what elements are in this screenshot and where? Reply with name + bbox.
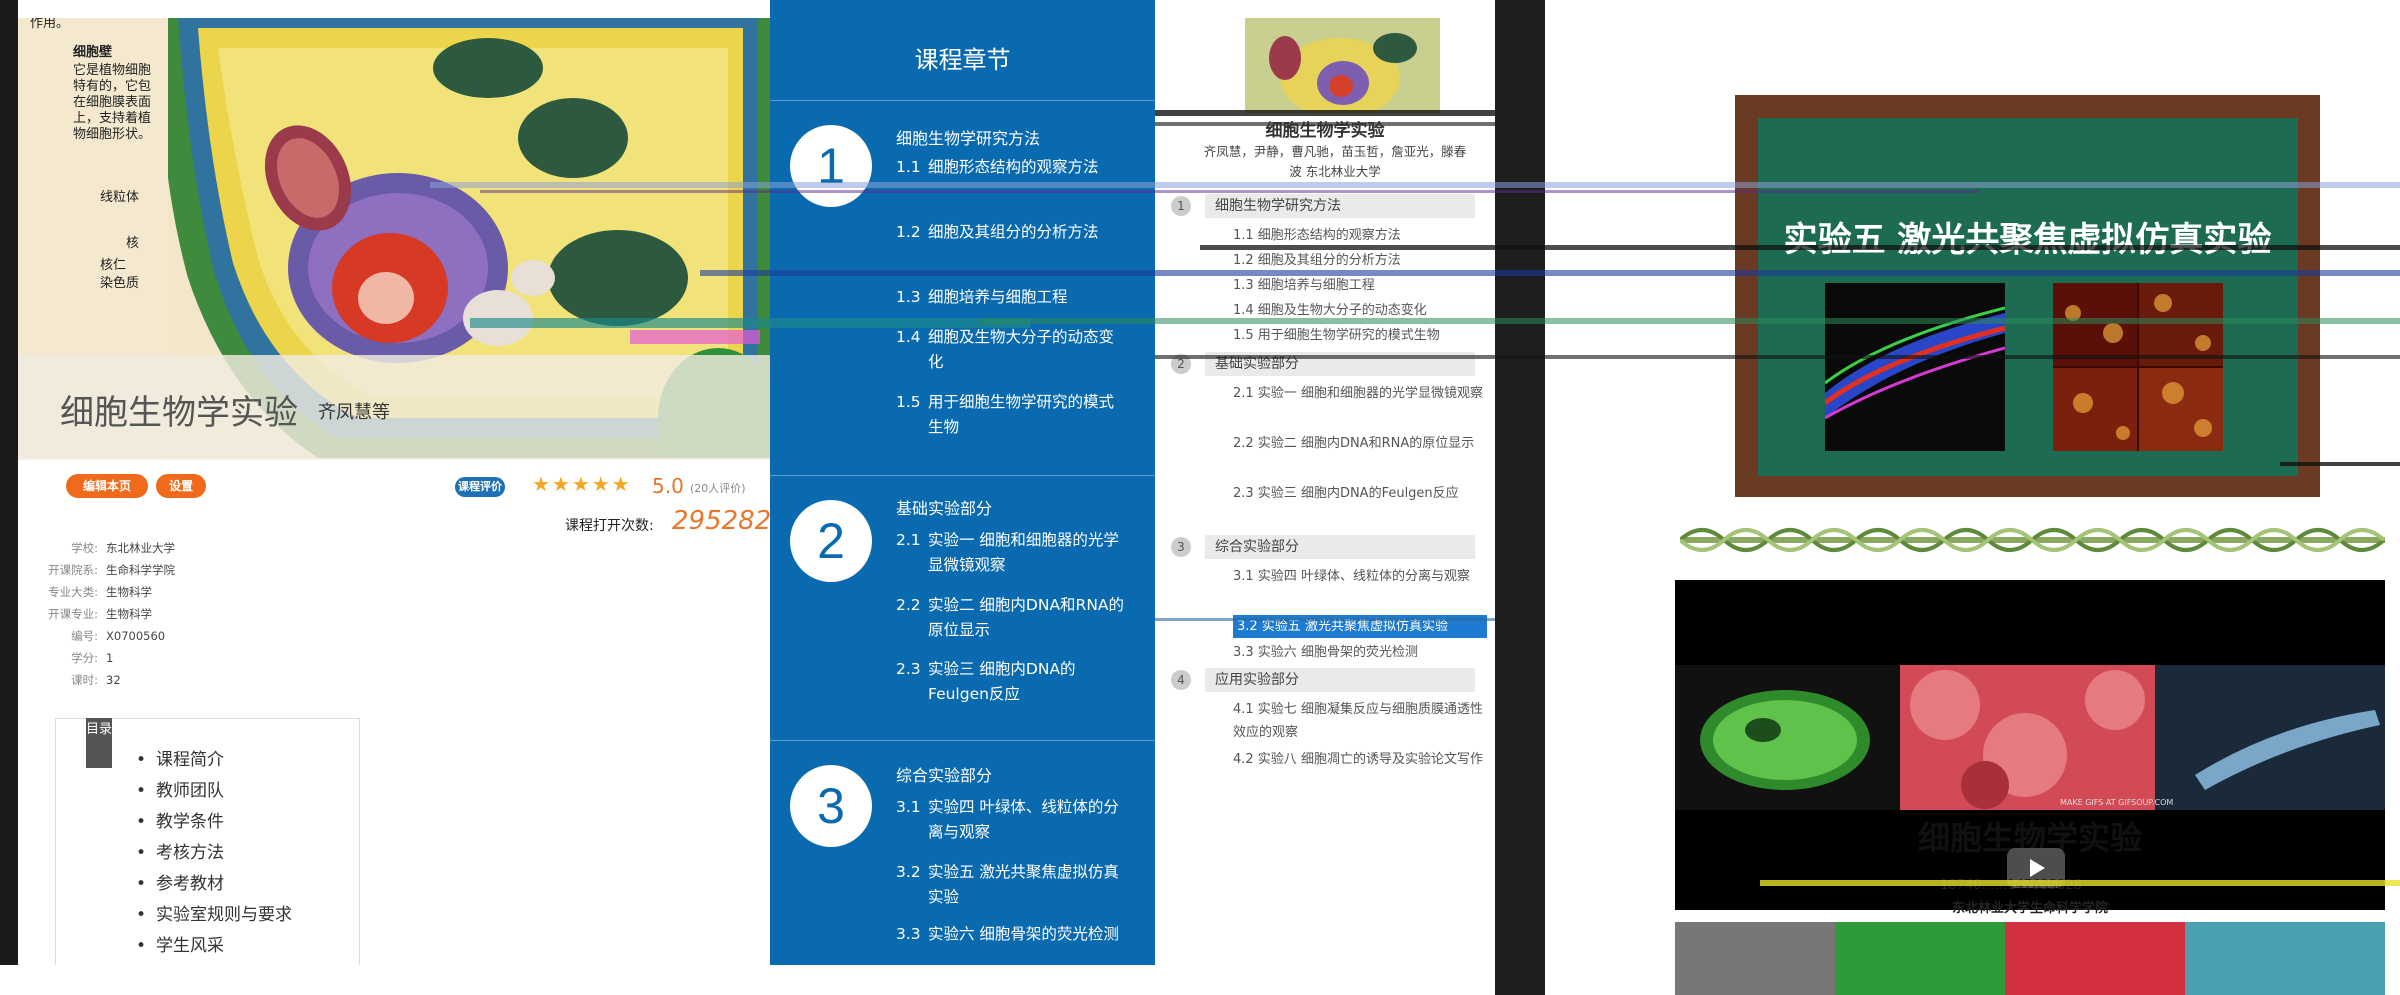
- course-info-panel: 作用。 细胞壁 它是植物细胞特有的，它包在细胞膜表面上，支持着植物细胞形状。 线…: [0, 0, 770, 995]
- info-row: 课时: 32: [71, 673, 121, 687]
- chapter-item[interactable]: 2.2 实验二 细胞内DNA和RNA的原位显示: [896, 593, 1141, 643]
- book-title: 细胞生物学实验: [1265, 121, 1385, 141]
- toc-section[interactable]: 4 应用实验部分: [1171, 668, 1475, 692]
- video-phone: 18740……147635828: [1940, 878, 2082, 893]
- toc-item[interactable]: 1.5 用于细胞生物学研究的模式生物: [1233, 324, 1483, 347]
- toc-section[interactable]: 2 基础实验部分: [1171, 352, 1475, 376]
- chapter-item[interactable]: 1.4 细胞及生物大分子的动态变化: [896, 325, 1141, 375]
- chapter-item[interactable]: 1.5 用于细胞生物学研究的模式生物: [896, 390, 1141, 440]
- toc-item[interactable]: 1.4 细胞及生物大分子的动态变化: [1233, 299, 1483, 322]
- chapter-item[interactable]: 2.3 实验三 细胞内DNA的Feulgen反应: [896, 657, 1141, 707]
- section-title[interactable]: 综合实验部分: [896, 762, 992, 786]
- toc-item[interactable]: 2.3 实验三 细胞内DNA的Feulgen反应: [1233, 482, 1483, 505]
- chapter-item[interactable]: 3.3 实验六 细胞骨架的荧光检测: [896, 922, 1141, 947]
- rating-stars: ★★★★★: [532, 472, 632, 496]
- course-author: 齐凤慧等: [318, 402, 390, 423]
- chapter-item[interactable]: 3.1 实验四 叶绿体、线粒体的分离与观察: [896, 795, 1141, 845]
- info-row: 学校: 东北林业大学: [71, 541, 175, 555]
- confocal-image-grid: [2053, 283, 2223, 451]
- open-count-label: 课程打开次数:: [565, 518, 654, 534]
- video-bottom-strip: [1675, 922, 2385, 995]
- toc-link[interactable]: 考核方法: [136, 838, 224, 863]
- cell-label: 核: [126, 236, 140, 251]
- rating-count: (20人评价): [690, 482, 746, 495]
- info-row: 专业大类: 生物科学: [48, 585, 152, 599]
- confocal-image-1: [1825, 283, 2005, 451]
- section-number-badge: 3: [790, 765, 872, 847]
- video-school: 东北林业大学生命科学学院: [1951, 901, 2108, 916]
- chapter-panel: 课程章节 1 细胞生物学研究方法 1.1 细胞形态结构的观察方法 1.2 细胞及其组…: [770, 0, 1155, 965]
- book-authors: 齐凤慧，尹静，曹凡驰，苗玉哲，詹亚光，滕春波 东北林业大学: [1203, 144, 1467, 179]
- chapter-item[interactable]: 1.2 细胞及其组分的分析方法: [896, 220, 1141, 245]
- chapter-item[interactable]: 2.1 实验一 细胞和细胞器的光学显微镜观察: [896, 528, 1141, 578]
- toc-link[interactable]: 教师团队: [136, 776, 224, 801]
- info-row: 学分: 1: [71, 651, 114, 665]
- toc-item[interactable]: 2.1 实验一 细胞和细胞器的光学显微镜观察: [1233, 382, 1483, 405]
- cell-label: 细胞壁: [73, 45, 113, 60]
- toc-item[interactable]: 1.1 细胞形态结构的观察方法: [1233, 224, 1483, 247]
- edit-page-button[interactable]: 编辑本页: [66, 474, 148, 498]
- toc-link[interactable]: 参考教材: [136, 869, 224, 894]
- toc-link[interactable]: 实验室规则与要求: [136, 900, 292, 925]
- toc-link[interactable]: 课程简介: [136, 745, 224, 770]
- chapter-item[interactable]: 1.3 细胞培养与细胞工程: [896, 285, 1141, 310]
- divider: [770, 100, 1155, 101]
- info-row: 编号: X0700560: [71, 629, 166, 643]
- toc-link[interactable]: 教学条件: [136, 807, 224, 832]
- section-title[interactable]: 基础实验部分: [896, 495, 992, 519]
- toc-section[interactable]: 3 综合实验部分: [1171, 535, 1475, 559]
- open-count: 295282: [672, 506, 770, 536]
- chapter-item[interactable]: 1.1 细胞形态结构的观察方法: [896, 155, 1141, 180]
- video-thumbnails: MAKE GIFS AT GIFSOUP.COM: [1675, 665, 2385, 810]
- gif-caption: MAKE GIFS AT GIFSOUP.COM: [2060, 798, 2173, 807]
- chapter-header: 课程章节: [914, 46, 1011, 74]
- rating-value: 5.0: [652, 474, 684, 498]
- cell-label: 作用。: [30, 18, 70, 31]
- toc-item[interactable]: 4.1 实验七 细胞凝集反应与细胞质膜通透性效应的观察: [1233, 698, 1483, 744]
- cell-label: 核仁: [100, 258, 127, 273]
- course-rating-button[interactable]: 课程评价: [455, 477, 505, 497]
- settings-button[interactable]: 设置: [156, 474, 206, 498]
- cell-label: 染色质: [100, 276, 140, 291]
- toc-link[interactable]: 学生风采: [136, 931, 224, 956]
- toc-item[interactable]: 2.2 实验二 细胞内DNA和RNA的原位显示: [1233, 432, 1483, 455]
- section-number-badge: 1: [790, 125, 872, 207]
- decorative-divider: [1680, 528, 2385, 552]
- info-row: 开课院系: 生命科学学院: [48, 563, 175, 577]
- book-cover-image: [1245, 18, 1440, 113]
- toc-item[interactable]: 1.2 细胞及其组分的分析方法: [1233, 249, 1483, 272]
- course-title: 细胞生物学实验: [60, 393, 298, 433]
- toc-item[interactable]: 4.2 实验八 细胞凋亡的诱导及实验论文写作: [1233, 748, 1483, 771]
- cell-label: 线粒体: [100, 190, 140, 205]
- chapter-item[interactable]: 3.2 实验五 激光共聚焦虚拟仿真实验: [896, 860, 1141, 910]
- toc-item[interactable]: 3.3 实验六 细胞骨架的荧光检测: [1233, 641, 1483, 664]
- divider: [770, 475, 1155, 476]
- cell-label: 它是植物细胞特有的，它包在细胞膜表面上，支持着植物细胞形状。: [73, 63, 152, 142]
- left-edge-bar: [0, 0, 18, 965]
- info-row: 开课专业: 生物科学: [48, 607, 152, 621]
- toc-item[interactable]: 3.1 实验四 叶绿体、线粒体的分离与观察: [1233, 565, 1483, 588]
- toc-section[interactable]: 1 细胞生物学研究方法: [1171, 194, 1475, 218]
- section-title[interactable]: 细胞生物学研究方法: [896, 125, 1040, 149]
- video-player[interactable]: MAKE GIFS AT GIFSOUP.COM 细胞生物学实验 18740………: [1675, 580, 2385, 995]
- lesson-content-panel: 实验五 激光共聚焦虚拟仿真实验 MAKE GIFS AT GIFSOUP.COM…: [1545, 0, 2400, 995]
- viewer-dark-gutter: [1495, 0, 1545, 995]
- section-number-badge: 2: [790, 500, 872, 582]
- toc-item[interactable]: 1.3 细胞培养与细胞工程: [1233, 274, 1483, 297]
- divider: [770, 740, 1155, 741]
- book-toc-panel: 细胞生物学实验 齐凤慧，尹静，曹凡驰，苗玉哲，詹亚光，滕春波 东北林业大学 1细…: [1155, 0, 1495, 965]
- toc-item-active[interactable]: 3.2 实验五 激光共聚焦虚拟仿真实验: [1233, 615, 1487, 638]
- lesson-title: 实验五 激光共聚焦虚拟仿真实验: [1783, 220, 2272, 260]
- toc-tag: 目录: [86, 718, 112, 768]
